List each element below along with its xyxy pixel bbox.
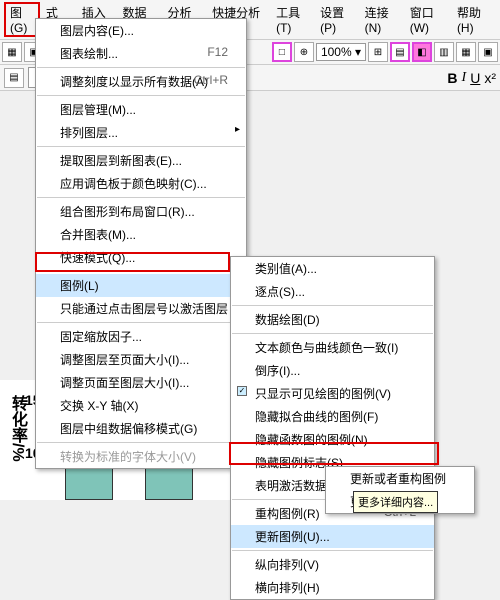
tool-icon[interactable]: ▤ <box>390 42 410 62</box>
menu-item[interactable]: 提取图层到新图表(E)... <box>36 149 246 172</box>
menu-tools[interactable]: 工具(T) <box>270 2 314 37</box>
menu-item[interactable]: 转换为标准的字体大小(V) <box>36 445 246 468</box>
menu-item[interactable]: 图层中组数据偏移模式(G) <box>36 417 246 440</box>
menu-item[interactable]: 数据绘图(D) <box>231 308 434 331</box>
menu-item[interactable]: 固定缩放因子... <box>36 325 246 348</box>
legend-submenu: 类别值(A)...逐点(S)... 数据绘图(D) 文本颜色与曲线颜色一致(I)倒序… <box>230 256 435 600</box>
menu-item[interactable]: 图层内容(E)... <box>36 19 246 42</box>
bold-btn[interactable]: B <box>447 70 457 86</box>
zoom-box[interactable]: 100% ▾ <box>316 43 366 61</box>
menu-item[interactable]: 文本颜色与曲线颜色一致(I) <box>231 336 434 359</box>
tool-icon[interactable]: ▤ <box>4 68 24 88</box>
menu-item[interactable]: 调整页面至图层大小(I)... <box>36 371 246 394</box>
menu-item[interactable]: 交换 X-Y 轴(X) <box>36 394 246 417</box>
tooltip: 更多详细内容... <box>353 491 438 513</box>
menu-item[interactable]: 合并图表(M)... <box>36 223 246 246</box>
menu-item[interactable]: 调整图层至页面大小(I)... <box>36 348 246 371</box>
menu-connect[interactable]: 连接(N) <box>359 2 404 37</box>
menu-item[interactable]: 类别值(A)... <box>231 257 434 280</box>
menu-item[interactable]: 更新或者重构图例 <box>326 467 474 490</box>
menu-item[interactable]: 快速模式(Q)... <box>36 246 246 269</box>
tool-icon[interactable]: □ <box>272 42 292 62</box>
menu-window[interactable]: 窗口(W) <box>404 2 451 37</box>
menu-item[interactable]: 隐藏函数图的图例(N) <box>231 428 434 451</box>
menu-item[interactable]: 图层管理(M)... <box>36 98 246 121</box>
tool-icon[interactable]: ◧ <box>412 42 432 62</box>
tool-icon[interactable]: ▦ <box>2 42 22 62</box>
graph-menu: 图层内容(E)...图表绘制...F12 调整刻度以显示所有数据(A)Ctrl+R… <box>35 18 247 469</box>
menu-item[interactable]: 只能通过点击图层号以激活图层 <box>36 297 246 320</box>
menu-item[interactable]: 应用调色板于颜色映射(C)... <box>36 172 246 195</box>
menu-item[interactable]: 图例(L) <box>36 274 246 297</box>
tool-icon[interactable]: ▥ <box>434 42 454 62</box>
menu-item[interactable]: 横向排列(H) <box>231 576 434 599</box>
menu-item[interactable]: 调整刻度以显示所有数据(A)Ctrl+R <box>36 70 246 93</box>
menu-item[interactable]: 图表绘制...F12 <box>36 42 246 65</box>
menu-item[interactable]: 只显示可见绘图的图例(V)✓ <box>231 382 434 405</box>
menu-item[interactable]: 隐藏拟合曲线的图例(F) <box>231 405 434 428</box>
tool-icon[interactable]: ▦ <box>456 42 476 62</box>
menu-item[interactable]: 纵向排列(V) <box>231 553 434 576</box>
underline-btn[interactable]: U <box>470 70 480 86</box>
menu-item[interactable]: 排列图层... <box>36 121 246 144</box>
menu-item[interactable]: 更新图例(U)... <box>231 525 434 548</box>
italic-btn[interactable]: I <box>462 70 467 86</box>
tool-icon[interactable]: ⊕ <box>294 42 314 62</box>
menu-help[interactable]: 帮助(H) <box>451 2 496 37</box>
sup-btn[interactable]: x² <box>484 70 496 86</box>
menu-item[interactable]: 组合图形到布局窗口(R)... <box>36 200 246 223</box>
tool-icon[interactable]: ⊞ <box>368 42 388 62</box>
menu-item[interactable]: 逐点(S)... <box>231 280 434 303</box>
tool-icon[interactable]: ▣ <box>478 42 498 62</box>
menu-setup[interactable]: 设置(P) <box>314 2 359 37</box>
menu-item[interactable]: 倒序(I)... <box>231 359 434 382</box>
